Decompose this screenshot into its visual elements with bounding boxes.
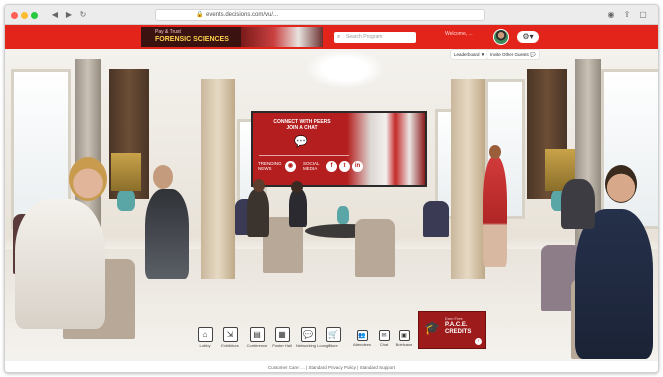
ceiling-light xyxy=(305,49,385,89)
back-icon[interactable]: ◀ xyxy=(49,10,61,20)
search-placeholder: Search Program xyxy=(346,34,383,40)
graduation-cap-icon: 🎓 xyxy=(424,320,441,335)
pillar-left xyxy=(201,79,235,279)
nav-attendees[interactable]: 👥 Attendees xyxy=(350,330,374,347)
chat-invite-label: Invite Other Guests xyxy=(490,52,529,57)
man-seated-center xyxy=(247,189,269,237)
chat-nav-icon: ✉ xyxy=(378,330,390,341)
promo-divider xyxy=(259,155,349,156)
nav-briefcase[interactable]: ▣ Briefcase xyxy=(392,330,416,347)
welcome-text: Welcome, ... xyxy=(445,31,473,37)
twitter-icon[interactable]: t xyxy=(339,161,350,172)
pace-small-text: Earn Free xyxy=(445,316,463,321)
man-head-center xyxy=(253,179,265,192)
facebook-icon[interactable]: f xyxy=(326,161,337,172)
search-icon: ⌕ xyxy=(337,34,341,40)
header-banner-image xyxy=(241,27,323,47)
search-input[interactable]: ⌕ Search Program xyxy=(334,32,416,43)
nav-label: Briefcase xyxy=(395,342,413,347)
promo-image xyxy=(347,113,425,185)
nav-label: Exhibitors xyxy=(221,343,239,348)
woman-head-center xyxy=(291,181,303,193)
settings-button[interactable]: ⚙▾ xyxy=(517,31,539,43)
networking-lounge-icon: 💬 xyxy=(300,327,316,342)
woman-seated-left xyxy=(15,199,105,329)
virtual-lobby-scene: CONNECT WITH PEERS JOIN A CHAT 💬 TRENDIN… xyxy=(5,49,658,372)
nav-networking-lounge[interactable]: 💬 Networking Lounge xyxy=(296,327,331,348)
tabs-icon[interactable]: ▢ xyxy=(637,10,649,20)
woman-in-red-dress xyxy=(483,157,507,267)
nav-label: Lobby xyxy=(199,343,211,348)
footer-links[interactable]: Customer Care: ... | Standard Privacy Po… xyxy=(5,361,658,372)
share-icon[interactable]: ⇪ xyxy=(621,10,633,20)
dining-chair-2 xyxy=(355,219,395,277)
forward-icon[interactable]: ▶ xyxy=(63,10,75,20)
pace-credits-button[interactable]: 🎓 Earn Free P.A.C.E. CREDITS › xyxy=(418,311,486,349)
promo-screen[interactable]: CONNECT WITH PEERS JOIN A CHAT 💬 TRENDIN… xyxy=(251,111,427,187)
close-window-button[interactable] xyxy=(11,12,18,19)
browser-window: ◀ ▶ ↻ 🔒 events.decisions.com/vu/... ◉ ⇪ … xyxy=(4,4,659,373)
lock-icon: 🔒 xyxy=(196,12,204,18)
browser-toolbar: ◀ ▶ ↻ 🔒 events.decisions.com/vu/... ◉ ⇪ … xyxy=(5,5,658,25)
exhibitors-icon: ⇲ xyxy=(222,327,238,342)
woman-seated-center xyxy=(289,189,307,227)
news-icon[interactable]: ◉ xyxy=(285,161,296,172)
chat-icon: 💬 xyxy=(530,52,536,57)
leaderboard-label: Leaderboard xyxy=(454,52,480,57)
nav-label: Conference xyxy=(246,343,268,348)
nav-lobby[interactable]: ⌂ Lobby xyxy=(193,327,217,348)
pace-title: P.A.C.E. xyxy=(445,322,468,328)
nav-label: Poster Hall xyxy=(272,343,292,348)
lobby-icon: ⌂ xyxy=(197,327,213,342)
dining-chair-4 xyxy=(423,201,449,237)
store-icon: 🛒 xyxy=(325,327,341,342)
promo-subheadline: JOIN A CHAT xyxy=(286,125,318,131)
nav-store[interactable]: 🛒 Store xyxy=(321,327,345,348)
pace-subtitle: CREDITS xyxy=(445,329,472,335)
man-in-suit xyxy=(575,209,653,359)
maximize-window-button[interactable] xyxy=(31,12,38,19)
chat-bubble-icon[interactable]: 💬 xyxy=(292,135,310,149)
pillar-right xyxy=(451,79,485,279)
social-media-label[interactable]: SOCIAL MEDIA xyxy=(303,161,325,171)
trophy-icon: ▼ xyxy=(480,52,486,57)
chat-invite-button[interactable]: Invite Other Guests 💬 xyxy=(487,50,539,59)
reload-icon[interactable]: ↻ xyxy=(77,10,89,20)
conference-icon: ▤ xyxy=(249,327,265,342)
nav-label: Attendees xyxy=(352,342,371,347)
leaderboard-button[interactable]: Leaderboard ▼ xyxy=(451,50,489,59)
avatar[interactable] xyxy=(493,29,509,45)
man-head-suit xyxy=(605,165,637,203)
brand-title: FORENSIC SCIENCES xyxy=(155,36,229,43)
man-with-tablet xyxy=(145,189,189,279)
window-far-right xyxy=(601,69,658,229)
nav-exhibitors[interactable]: ⇲ Exhibitors xyxy=(218,327,242,348)
centerpiece-vase xyxy=(337,206,349,224)
brand-logo[interactable]: Pay & Trust FORENSIC SCIENCES xyxy=(141,27,241,47)
poster-hall-icon: ▦ xyxy=(274,327,290,342)
nav-label: Store xyxy=(328,343,338,348)
attendees-icon: 👥 xyxy=(356,330,368,341)
briefcase-icon: ▣ xyxy=(398,330,410,341)
vase-left xyxy=(117,189,135,211)
arrow-right-icon: › xyxy=(475,338,482,345)
nav-label: Networking Lounge xyxy=(296,343,331,348)
address-bar[interactable]: 🔒 events.decisions.com/vu/... xyxy=(155,9,485,21)
plant-left xyxy=(111,153,141,191)
linkedin-icon[interactable]: in xyxy=(352,161,363,172)
site-header: Pay & Trust FORENSIC SCIENCES ⌕ Search P… xyxy=(5,25,658,49)
trending-news-label[interactable]: TRENDING NEWS xyxy=(258,161,282,171)
woman-head-red xyxy=(489,145,501,159)
nav-poster-hall[interactable]: ▦ Poster Hall xyxy=(270,327,294,348)
gear-icon: ⚙▾ xyxy=(522,32,534,41)
url-text: events.decisions.com/vu/... xyxy=(206,12,279,18)
man-head-tablet xyxy=(153,165,173,189)
extension-icon[interactable]: ◉ xyxy=(605,10,617,20)
woman-head-left xyxy=(69,157,107,201)
minimize-window-button[interactable] xyxy=(21,12,28,19)
nav-conference[interactable]: ▤ Conference xyxy=(245,327,269,348)
woman-seated-right xyxy=(561,179,595,229)
